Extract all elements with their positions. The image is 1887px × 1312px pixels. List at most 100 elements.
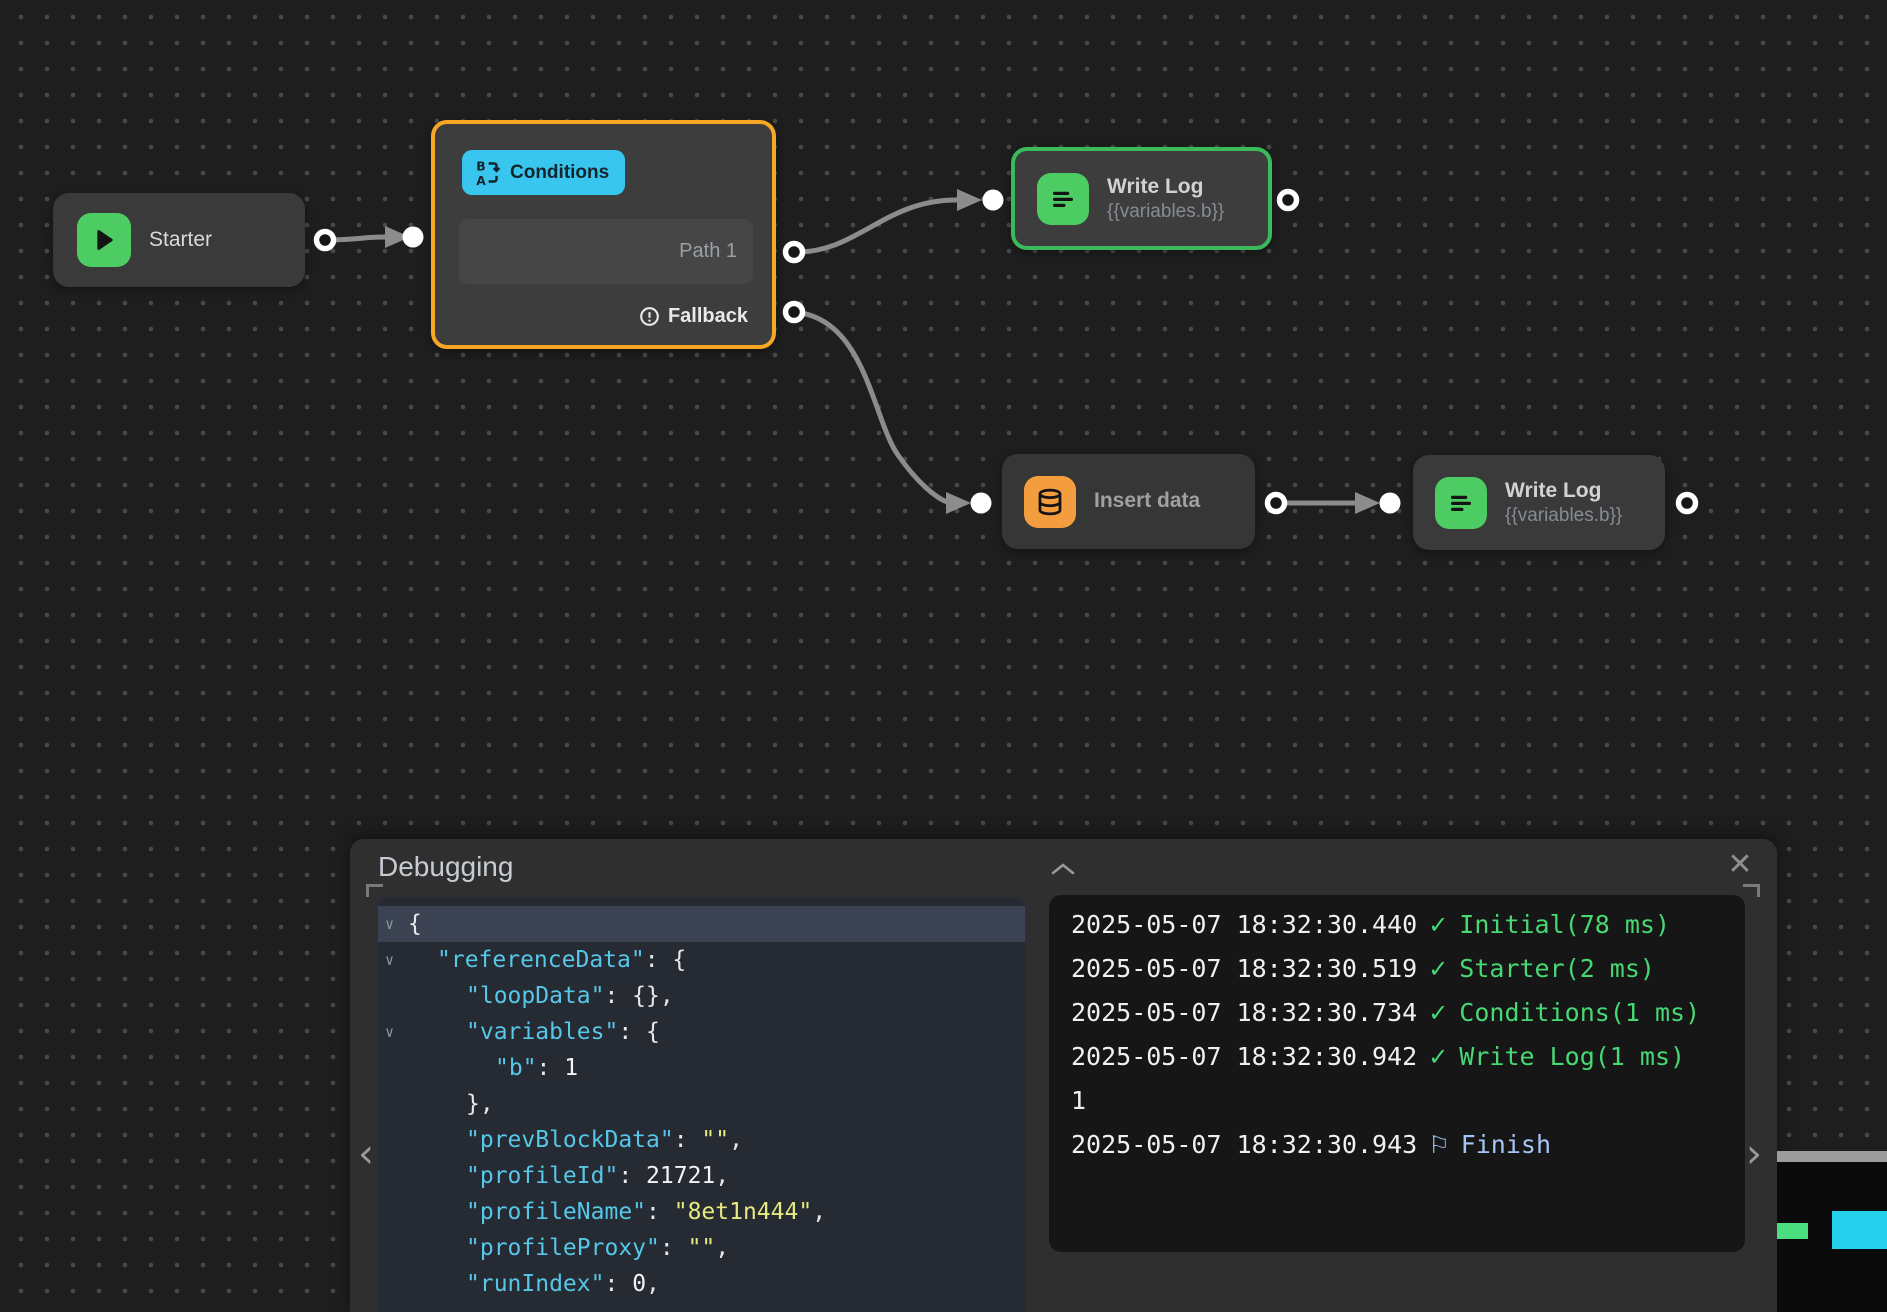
json-token-str: "" <box>688 1235 716 1261</box>
edge-conditions-writelog[interactable] <box>794 200 956 252</box>
json-token-punct: , <box>715 1235 729 1261</box>
input-handle-writelog-bottom[interactable] <box>1380 493 1401 514</box>
node-writelog-bottom[interactable]: Write Log {{variables.b}} <box>1413 455 1665 550</box>
execution-log[interactable]: 2025-05-07 18:32:30.440✓Initial(78 ms)20… <box>1049 895 1745 1252</box>
node-writelog-top-subtitle: {{variables.b}} <box>1107 200 1224 224</box>
json-token-punct: : { <box>645 947 687 973</box>
output-handle-writelog-top[interactable] <box>1280 192 1297 209</box>
minimap[interactable] <box>1777 1151 1887 1312</box>
minimap-node-gray <box>1777 1151 1887 1162</box>
node-writelog-top[interactable]: Write Log {{variables.b}} <box>1011 147 1272 250</box>
log-row: 1 <box>1071 1079 1745 1123</box>
collapse-panel-button[interactable] <box>1050 861 1076 877</box>
json-token-num: 0 <box>632 1271 646 1297</box>
collapse-arrow-icon[interactable]: ∨ <box>385 906 394 942</box>
json-tree[interactable]: ∨{∨"referenceData": {"loopData": {},∨"va… <box>378 897 1025 1312</box>
arrowhead-icon <box>1355 492 1380 514</box>
node-writelog-top-title: Write Log <box>1107 174 1224 200</box>
log-row: 2025-05-07 18:32:30.519✓Starter(2 ms) <box>1071 947 1745 991</box>
json-token-punct: }, <box>466 1091 494 1117</box>
json-row: ∨ "referenceData": { <box>378 942 1025 978</box>
json-token-key: "variables" <box>466 1019 618 1045</box>
json-token-key: "runIndex" <box>466 1271 604 1297</box>
json-row: ∨"variables": { <box>378 1014 1025 1050</box>
json-token-num: 1 <box>564 1055 578 1081</box>
json-token-punct: : <box>618 1163 646 1189</box>
json-token-punct: : <box>537 1055 565 1081</box>
output-handle-writelog-bottom[interactable] <box>1679 495 1696 512</box>
check-icon: ✓ <box>1428 947 1448 991</box>
json-token-punct: : <box>604 1271 632 1297</box>
node-insertdata[interactable]: Insert data <box>1002 454 1255 549</box>
log-row: 2025-05-07 18:32:30.440✓Initial(78 ms) <box>1071 903 1745 947</box>
json-token-punct: , <box>812 1199 826 1225</box>
log-label: Starter(2 ms) <box>1459 947 1655 991</box>
json-token-num: 21721 <box>646 1163 715 1189</box>
log-timestamp: 2025-05-07 18:32:30.943 <box>1071 1123 1417 1167</box>
check-icon: ✓ <box>1428 1035 1448 1079</box>
log-row: 2025-05-07 18:32:30.942✓Write Log(1 ms) <box>1071 1035 1745 1079</box>
output-handle-conditions-fallback[interactable] <box>786 304 803 321</box>
json-token-key: "referenceData" <box>437 947 645 973</box>
check-icon: ✓ <box>1428 991 1448 1035</box>
json-token-punct: , <box>646 1271 660 1297</box>
collapse-arrow-icon[interactable]: ∨ <box>385 942 394 978</box>
debugging-panel: Debugging ✕ ∨{∨"referenceData": {"loopDa… <box>350 839 1777 1312</box>
minimap-node-cyan <box>1832 1211 1887 1249</box>
json-row: "profileProxy": "", <box>378 1230 1025 1266</box>
output-handle-starter[interactable] <box>317 232 334 249</box>
input-handle-insertdata[interactable] <box>971 493 992 514</box>
conditions-fallback-label: Fallback <box>668 305 748 328</box>
conditions-badge: B A Conditions <box>462 150 625 195</box>
json-token-punct: : <box>660 1235 688 1261</box>
node-insertdata-label: Insert data <box>1094 488 1200 514</box>
minimap-node-green <box>1777 1223 1808 1239</box>
conditions-fallback-row[interactable]: Fallback <box>639 305 748 328</box>
conditions-badge-label: Conditions <box>510 162 609 184</box>
log-label: Write Log(1 ms) <box>1459 1035 1685 1079</box>
input-handle-conditions[interactable] <box>403 227 424 248</box>
log-label: 1 <box>1071 1079 1086 1123</box>
conditions-path-row[interactable]: Path 1 <box>459 219 753 284</box>
node-writelog-bottom-subtitle: {{variables.b}} <box>1505 504 1622 528</box>
json-token-punct: : <box>646 1199 674 1225</box>
log-row: 2025-05-07 18:32:30.734✓Conditions(1 ms) <box>1071 991 1745 1035</box>
flag-icon: ⚐ <box>1428 1123 1450 1167</box>
node-conditions[interactable]: B A Conditions Path 1 Fallback <box>431 120 776 349</box>
svg-text:A: A <box>476 174 486 186</box>
json-token-key: "profileProxy" <box>466 1235 660 1261</box>
json-row: "b": 1 <box>378 1050 1025 1086</box>
close-panel-button[interactable]: ✕ <box>1722 847 1758 883</box>
log-label: Initial(78 ms) <box>1459 903 1670 947</box>
node-writelog-bottom-title: Write Log <box>1505 478 1622 504</box>
json-token-punct: , <box>715 1163 729 1189</box>
json-token-str: "8et1n444" <box>674 1199 812 1225</box>
database-icon <box>1024 476 1076 528</box>
scroll-right-button[interactable]: › <box>1746 1134 1762 1174</box>
json-token-punct: : {}, <box>604 983 673 1009</box>
arrowhead-icon <box>957 189 982 211</box>
json-row: "loopData": {}, <box>378 978 1025 1014</box>
log-row: 2025-05-07 18:32:30.943⚐Finish <box>1071 1123 1745 1167</box>
output-handle-conditions-path1[interactable] <box>786 244 803 261</box>
node-starter[interactable]: Starter <box>53 193 305 287</box>
json-token-punct: { <box>408 911 422 937</box>
output-handle-insertdata[interactable] <box>1268 495 1285 512</box>
log-lines-icon <box>1037 173 1089 225</box>
play-icon <box>77 213 131 267</box>
json-token-key: "prevBlockData" <box>466 1127 674 1153</box>
json-token-key: "loopData" <box>466 983 604 1009</box>
json-token-key: "b" <box>495 1055 537 1081</box>
input-handle-writelog-top[interactable] <box>983 190 1004 211</box>
collapse-arrow-icon[interactable]: ∨ <box>385 1014 394 1050</box>
json-token-key: "profileId" <box>466 1163 618 1189</box>
log-lines-icon <box>1435 477 1487 529</box>
scroll-left-button[interactable]: ‹ <box>358 1134 374 1174</box>
conditions-path-label: Path 1 <box>679 240 737 263</box>
resize-corner-right-icon[interactable] <box>1743 884 1760 897</box>
log-timestamp: 2025-05-07 18:32:30.942 <box>1071 1035 1417 1079</box>
edge-conditions-insertdata[interactable] <box>794 312 950 503</box>
json-row: "runIndex": 0, <box>378 1266 1025 1302</box>
json-row: ∨{ <box>378 906 1025 942</box>
resize-corner-left-icon[interactable] <box>366 884 383 897</box>
